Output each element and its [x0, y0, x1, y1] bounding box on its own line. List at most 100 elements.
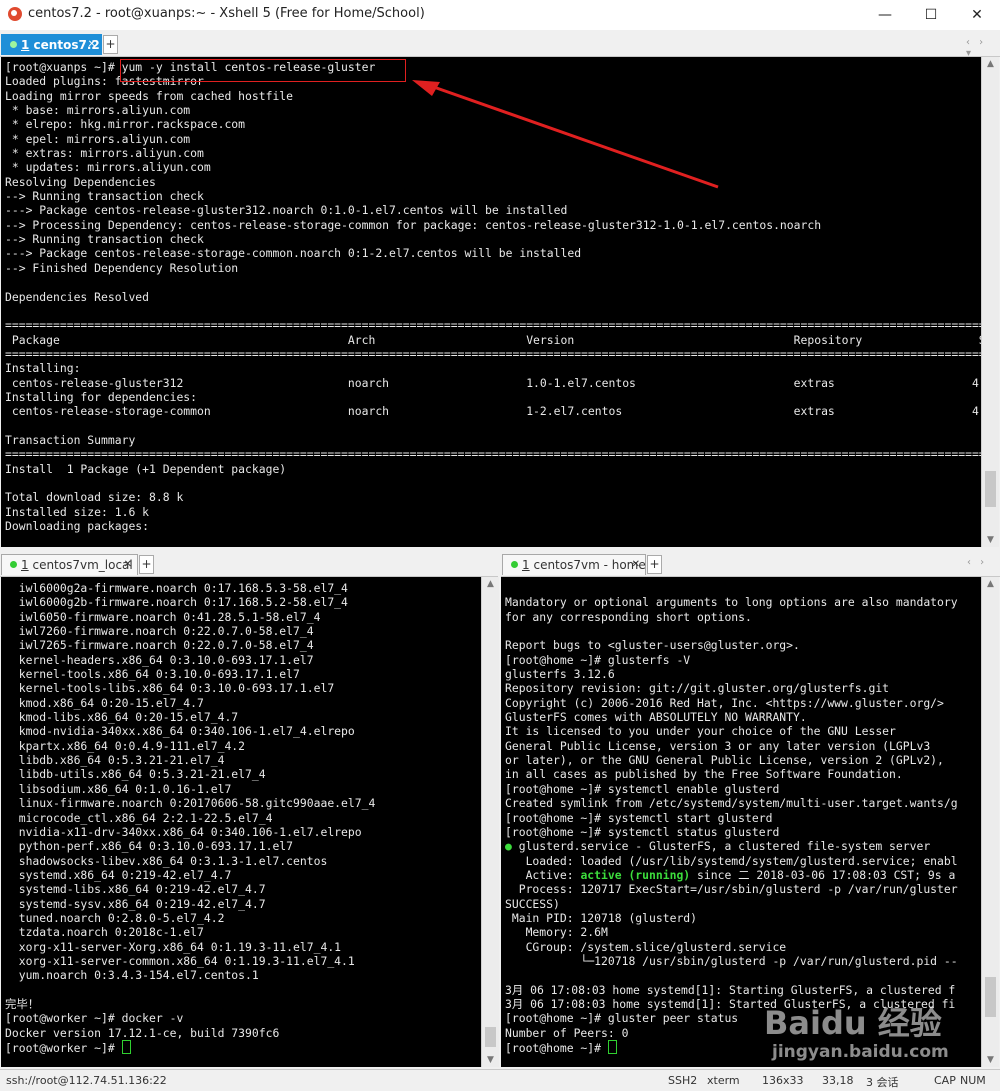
terminal-line: kmod.x86_64 0:20-15.el7_4.7 [5, 695, 204, 710]
tab-centos7vm-home[interactable]: 1 centos7vm - home ✕ [502, 554, 646, 575]
terminal-line: Memory: 2.6M [505, 925, 608, 940]
terminal-line: shadowsocks-libev.x86_64 0:3.1.3-1.el7.c… [5, 853, 328, 868]
terminal-line: systemd-libs.x86_64 0:219-42.el7_4.7 [5, 882, 266, 897]
terminal-line: [root@home ~]# gluster peer status [505, 1011, 739, 1026]
terminal-line: linux-firmware.noarch 0:20170606-58.gitc… [5, 796, 376, 811]
terminal-line: iwl7260-firmware.noarch 0:22.0.7.0-58.el… [5, 624, 314, 639]
new-tab-button[interactable]: + [139, 555, 154, 574]
terminal-line: Number of Peers: 0 [505, 1025, 629, 1040]
terminal-line: for any corresponding short options. [505, 609, 752, 624]
terminal-line: kmod-nvidia-340xx.x86_64 0:340.106-1.el7… [5, 724, 355, 739]
active-label: Active: [505, 867, 581, 882]
terminal-type: xterm [707, 1074, 740, 1087]
tab-close-icon[interactable]: ✕ [632, 555, 640, 575]
terminal-line: xorg-x11-server-common.x86_64 0:1.19.3-1… [5, 953, 355, 968]
terminal-line: Main PID: 120718 (glusterd) [505, 910, 698, 925]
terminal-line: systemd.x86_64 0:219-42.el7_4.7 [5, 867, 232, 882]
terminal-line: xorg-x11-server-Xorg.x86_64 0:1.19.3-11.… [5, 939, 342, 954]
terminal-line: kernel-headers.x86_64 0:3.10.0-693.17.1.… [5, 652, 314, 667]
terminal-line: GlusterFS comes with ABSOLUTELY NO WARRA… [505, 710, 807, 725]
terminal-right-output: Mandatory or optional arguments to long … [501, 577, 981, 1055]
connected-dot-icon [511, 561, 518, 568]
terminal-line: 完毕！ [5, 996, 40, 1011]
left-tabbar: 1 centos7vm_local ✕ + [0, 553, 498, 577]
terminal-line: libsodium.x86_64 0:1.0.16-1.el7 [5, 781, 232, 796]
new-tab-button[interactable]: + [647, 555, 662, 574]
tab-number: 1 [21, 558, 29, 572]
terminal-left[interactable]: iwl6000g2a-firmware.noarch 0:17.168.5.3-… [1, 577, 481, 1067]
terminal-cursor [607, 1040, 617, 1054]
terminal-line: It is licensed to you under your choice … [505, 724, 896, 739]
scrollbar-thumb[interactable] [485, 1027, 496, 1047]
status-bar: ssh://root@112.74.51.136:22 SSH2 xterm 1… [0, 1069, 1000, 1091]
terminal-line: libdb-utils.x86_64 0:5.3.21-21.el7_4 [5, 767, 266, 782]
terminal-line: glusterfs 3.12.6 [505, 667, 615, 682]
terminal-line: iwl7265-firmware.noarch 0:22.0.7.0-58.el… [5, 638, 314, 653]
terminal-line: Report bugs to <gluster-users@gluster.or… [505, 638, 800, 653]
active-since: since 二 2018-03-06 17:08:03 CST; 9s a [690, 867, 956, 882]
terminal-right[interactable]: Mandatory or optional arguments to long … [501, 577, 981, 1067]
terminal-line: Repository revision: git://git.gluster.o… [505, 681, 890, 696]
connected-dot-icon [10, 561, 17, 568]
terminal-line: kernel-tools.x86_64 0:3.10.0-693.17.1.el… [5, 667, 300, 682]
prompt: [root@home ~]# [505, 1041, 608, 1055]
tab-label: centos7vm_local [32, 558, 133, 572]
terminal-line: tzdata.noarch 0:2018c-1.el7 [5, 925, 204, 940]
terminal-size: 136x33 [762, 1074, 804, 1087]
terminal-cursor [121, 1040, 131, 1054]
num-indicator: NUM [960, 1074, 986, 1087]
terminal-line: in all cases as published by the Free So… [505, 767, 903, 782]
terminal-line: python-perf.x86_64 0:3.10.0-693.17.1.el7 [5, 839, 294, 854]
tab-close-icon[interactable]: ✕ [124, 555, 132, 575]
scroll-up-icon[interactable]: ▲ [982, 579, 999, 589]
watermark-logo: Baidu 经验 [764, 1004, 942, 1042]
protocol: SSH2 [668, 1074, 698, 1087]
tab-scroll-icon[interactable]: ‹ › [967, 557, 987, 568]
terminal-line: kpartx.x86_64 0:0.4.9-111.el7_4.2 [5, 738, 246, 753]
service-status-dot-icon: ● [505, 839, 512, 854]
terminal-line: CGroup: /system.slice/glusterd.service [505, 939, 787, 954]
terminal-line: General Public License, version 3 or any… [505, 738, 931, 753]
caps-indicator: CAP [934, 1074, 956, 1087]
tab-number: 1 [522, 558, 530, 572]
terminal-line: kernel-tools-libs.x86_64 0:3.10.0-693.17… [5, 681, 335, 696]
terminal-line: tuned.noarch 0:2.8.0-5.el7_4.2 [5, 910, 225, 925]
terminal-line: 3月 06 17:08:03 home systemd[1]: Starting… [505, 982, 956, 997]
terminal-line: systemd-sysv.x86_64 0:219-42.el7_4.7 [5, 896, 266, 911]
terminal-line: Mandatory or optional arguments to long … [505, 595, 958, 610]
service-loaded-line: Loaded: loaded (/usr/lib/systemd/system/… [505, 853, 958, 868]
terminal-line: [root@home ~]# systemctl start glusterd [505, 810, 773, 825]
baidu-watermark: Baidu 经验 jingyan.baidu.com [760, 998, 990, 1070]
terminal-left-scrollbar[interactable]: ▲ ▼ [481, 577, 499, 1067]
terminal-line: [root@worker ~]# docker -v [5, 1011, 184, 1026]
terminal-line: iwl6000g2a-firmware.noarch 0:17.168.5.3-… [5, 581, 348, 595]
service-status-line: glusterd.service - GlusterFS, a clustere… [511, 839, 931, 854]
terminal-line: [root@home ~]# glusterfs -V [505, 652, 691, 667]
terminal-right-scrollbar[interactable]: ▲ ▼ [981, 577, 999, 1067]
terminal-line: iwl6000g2b-firmware.noarch 0:17.168.5.2-… [5, 595, 348, 610]
cursor-position: 33,18 [822, 1074, 854, 1087]
session-count: 3 会话 [866, 1076, 899, 1089]
terminal-line: Created symlink from /etc/systemd/system… [505, 796, 958, 811]
terminal-left-output: iwl6000g2a-firmware.noarch 0:17.168.5.3-… [1, 577, 481, 1055]
terminal-line: └─120718 /usr/sbin/glusterd -p /var/run/… [505, 953, 958, 968]
terminal-line: yum.noarch 0:3.4.3-154.el7.centos.1 [5, 968, 259, 983]
terminal-line: nvidia-x11-drv-340xx.x86_64 0:340.106-1.… [5, 824, 362, 839]
terminal-line: Copyright (c) 2006-2016 Red Hat, Inc. <h… [505, 695, 944, 710]
terminal-line: microcode_ctl.x86_64 2:2.1-22.5.el7_4 [5, 810, 273, 825]
terminal-line: [root@home ~]# systemctl enable glusterd [505, 781, 780, 796]
prompt: [root@worker ~]# [5, 1041, 122, 1055]
watermark-url: jingyan.baidu.com [772, 1042, 949, 1062]
tab-centos7vm-local[interactable]: 1 centos7vm_local ✕ [1, 554, 138, 575]
terminal-line: Docker version 17.12.1-ce, build 7390fc6 [5, 1025, 280, 1040]
active-state: active (running) [580, 867, 691, 882]
scroll-up-icon[interactable]: ▲ [482, 579, 499, 589]
terminal-line: libdb.x86_64 0:5.3.21-21.el7_4 [5, 753, 225, 768]
scroll-down-icon[interactable]: ▼ [482, 1055, 499, 1065]
annotation-arrow [412, 80, 719, 189]
connection-info: ssh://root@112.74.51.136:22 [6, 1074, 167, 1087]
terminal-line: kmod-libs.x86_64 0:20-15.el7_4.7 [5, 710, 239, 725]
tab-label: centos7vm - home [533, 558, 646, 572]
terminal-line: or later), or the GNU General Public Lic… [505, 753, 944, 768]
terminal-line: iwl6050-firmware.noarch 0:41.28.5.1-58.e… [5, 609, 321, 624]
